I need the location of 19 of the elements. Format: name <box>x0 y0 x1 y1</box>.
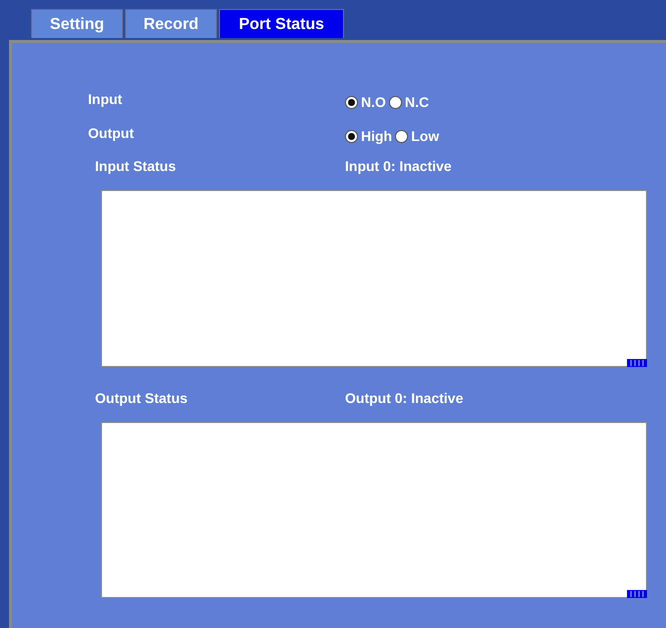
tab[interactable]: Record <box>125 9 217 38</box>
radio-button[interactable] <box>388 96 402 108</box>
radio-option[interactable]: High <box>345 128 392 144</box>
radio-button[interactable] <box>395 130 408 142</box>
status-label: Output Status <box>95 390 189 408</box>
setting-label: Input <box>88 90 124 109</box>
tab[interactable]: Port Status <box>219 9 344 38</box>
resize-handle-icon[interactable] <box>627 590 647 598</box>
radio-button[interactable] <box>345 96 358 108</box>
status-value: Input 0: Inactive <box>345 158 452 176</box>
setting-label: Output <box>88 124 135 143</box>
status-value: Output 0: Inactive <box>345 390 464 408</box>
radio-option[interactable]: N.O <box>345 94 386 110</box>
radio-button[interactable] <box>345 130 358 142</box>
radio-option[interactable]: N.C <box>388 94 430 110</box>
resize-handle-icon[interactable] <box>627 359 647 367</box>
status-label: Input Status <box>95 158 177 176</box>
radio-option[interactable]: Low <box>395 128 440 144</box>
tab[interactable]: Setting <box>31 9 123 38</box>
